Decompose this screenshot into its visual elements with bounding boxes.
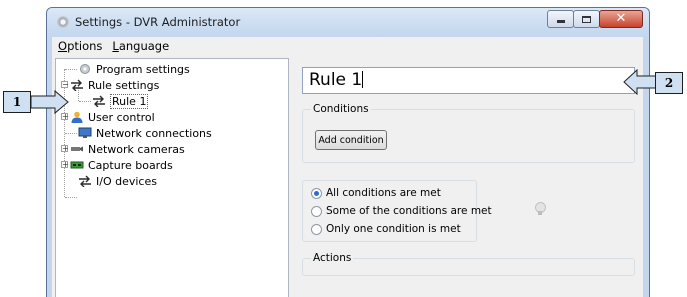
tree-expand-toggle[interactable]: + — [61, 161, 69, 169]
menu-bar: Options Language — [52, 37, 643, 54]
camera-icon — [70, 143, 84, 155]
tree-item-user-control[interactable]: User control — [70, 109, 155, 125]
callout-1-arrow — [30, 89, 69, 115]
tree-line — [79, 101, 91, 102]
minimize-icon — [556, 20, 565, 23]
radio-unselected-icon — [311, 223, 322, 235]
tree-line — [65, 133, 77, 134]
add-condition-button[interactable]: Add condition — [315, 130, 387, 150]
tree-item-io-devices[interactable]: I/O devices — [78, 173, 157, 189]
maximize-icon — [582, 15, 591, 23]
menu-language[interactable]: Language — [108, 39, 173, 53]
rules-arrows-icon — [70, 79, 84, 92]
close-icon: ✕ — [615, 11, 627, 26]
tree-line — [65, 69, 77, 70]
window-title: Settings - DVR Administrator — [75, 15, 241, 29]
close-button[interactable]: ✕ — [599, 10, 643, 28]
maximize-button[interactable] — [573, 10, 600, 28]
tree-item-capture-boards[interactable]: Capture boards — [70, 157, 173, 173]
user-icon — [70, 111, 84, 123]
window-controls: ✕ — [547, 10, 643, 28]
condition-mode-group: All conditions are met Some of the condi… — [302, 180, 492, 242]
lightbulb-icon — [535, 202, 546, 215]
tree-item-rule-settings[interactable]: Rule settings — [70, 77, 159, 93]
actions-label: Actions — [311, 252, 354, 264]
tree-expand-toggle[interactable]: + — [61, 145, 69, 153]
radio-one-condition[interactable]: Only one condition is met — [311, 223, 461, 235]
callout-1-box: 1 — [3, 91, 31, 113]
settings-tree[interactable]: Program settings − Rule settings Rule 1 … — [55, 58, 289, 297]
capture-board-icon — [70, 159, 84, 171]
monitor-icon — [78, 127, 92, 139]
conditions-label: Conditions — [311, 103, 371, 115]
rule-name-input[interactable]: Rule 1 — [302, 67, 635, 94]
callout-2-arrow — [623, 68, 659, 96]
radio-all-conditions[interactable]: All conditions are met — [311, 187, 441, 199]
tree-item-program-settings[interactable]: Program settings — [78, 61, 190, 77]
minimize-button[interactable] — [547, 10, 574, 28]
actions-group: Actions — [302, 252, 635, 276]
callout-2-box: 2 — [655, 72, 683, 94]
tree-item-network-connections[interactable]: Network connections — [78, 125, 212, 141]
radio-selected-icon — [311, 187, 322, 199]
menu-options[interactable]: Options — [54, 39, 106, 53]
conditions-group: Conditions Add condition — [302, 103, 635, 163]
tree-line — [65, 197, 77, 198]
tree-item-rule-1[interactable]: Rule 1 — [92, 93, 149, 109]
tree-item-network-cameras[interactable]: Network cameras — [70, 141, 185, 157]
rules-arrows-icon — [78, 175, 92, 188]
rules-arrows-icon — [92, 95, 106, 108]
gear-icon — [78, 63, 92, 75]
radio-some-conditions[interactable]: Some of the conditions are met — [311, 205, 492, 217]
app-gear-icon — [57, 16, 69, 28]
title-bar[interactable]: Settings - DVR Administrator ✕ — [47, 8, 649, 37]
settings-window: Settings - DVR Administrator ✕ Options L… — [46, 7, 650, 297]
radio-unselected-icon — [311, 205, 322, 217]
tree-expand-toggle[interactable]: + — [61, 113, 69, 121]
text-caret — [362, 71, 364, 88]
tree-collapse-toggle[interactable]: − — [61, 81, 69, 89]
